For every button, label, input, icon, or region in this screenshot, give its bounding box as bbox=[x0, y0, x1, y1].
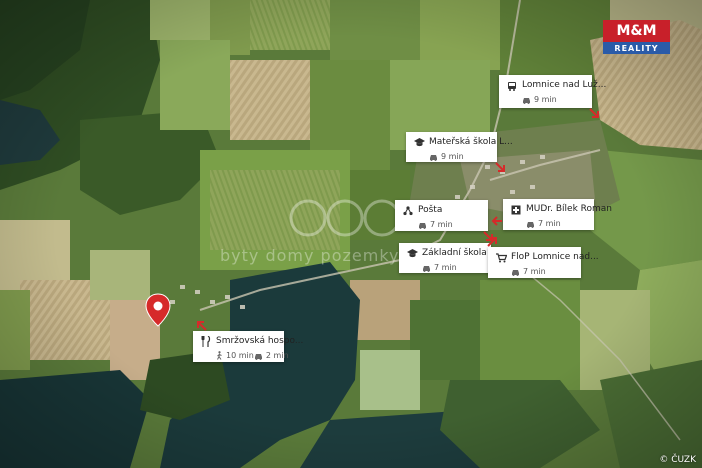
travel-time: 9 min bbox=[441, 152, 464, 161]
poi-name: MUDr. Bílek Roman bbox=[526, 204, 613, 214]
car-icon bbox=[418, 220, 427, 229]
poi-card-doctor[interactable]: MUDr. Bílek Roman 7 min bbox=[503, 199, 612, 230]
poi-pointer-arrow bbox=[197, 321, 207, 331]
car-icon bbox=[511, 267, 520, 276]
poi-pointer-arrow bbox=[491, 216, 502, 226]
travel-time: 7 min bbox=[538, 219, 561, 228]
map-view[interactable]: byty domy pozemky M&M REALITY Lomnice na… bbox=[0, 0, 702, 468]
car-icon bbox=[429, 152, 438, 161]
poi-card-bus[interactable]: Lomnice nad Luž... 9 min bbox=[499, 75, 606, 108]
poi-card-kindergarten[interactable]: Mateřská škola L... 9 min bbox=[406, 132, 513, 162]
brand-logo-bottom: REALITY bbox=[603, 42, 670, 54]
car-icon bbox=[422, 263, 431, 272]
poi-name: Smržovská hospo... bbox=[216, 336, 304, 346]
brand-logo: M&M REALITY bbox=[603, 20, 670, 54]
car-icon bbox=[254, 351, 263, 360]
travel-time: 2 min bbox=[265, 351, 289, 360]
graduation-cap-icon bbox=[406, 248, 418, 260]
poi-card-post[interactable]: Pošta 7 min bbox=[395, 200, 488, 231]
travel-time: 10 min bbox=[226, 351, 254, 360]
poi-name: Lomnice nad Luž... bbox=[522, 80, 607, 90]
brand-logo-top: M&M bbox=[603, 20, 670, 42]
watermark-logo bbox=[289, 199, 401, 237]
location-pin-icon[interactable] bbox=[145, 293, 171, 327]
travel-time: 7 min bbox=[434, 263, 457, 272]
poi-pointer-arrow bbox=[495, 162, 505, 172]
fork-knife-icon bbox=[200, 336, 212, 348]
poi-card-restaurant[interactable]: Smržovská hospo... 10 min 2 min bbox=[193, 331, 303, 362]
travel-time: 7 min bbox=[430, 220, 453, 229]
poi-name: Pošta bbox=[418, 205, 443, 215]
medical-cross-icon bbox=[510, 204, 522, 216]
car-icon bbox=[526, 219, 535, 228]
watermark-text: byty domy pozemky bbox=[220, 246, 400, 265]
travel-time: 9 min bbox=[534, 95, 557, 104]
poi-card-school[interactable]: Základní škola Lo... 7 min bbox=[399, 243, 508, 273]
graduation-cap-icon bbox=[413, 137, 425, 149]
map-attribution: © ČUZK bbox=[659, 455, 696, 465]
poi-name: Mateřská škola L... bbox=[429, 137, 513, 147]
post-office-icon bbox=[402, 205, 414, 217]
bus-icon bbox=[506, 80, 518, 92]
walk-icon bbox=[216, 351, 223, 360]
travel-time: 7 min bbox=[523, 267, 546, 276]
poi-name: FloP Lomnice nad... bbox=[511, 252, 599, 262]
poi-pointer-arrow bbox=[589, 108, 599, 118]
shopping-cart-icon bbox=[495, 252, 507, 264]
poi-card-shop[interactable]: FloP Lomnice nad... 7 min bbox=[488, 247, 599, 278]
car-icon bbox=[522, 95, 531, 104]
